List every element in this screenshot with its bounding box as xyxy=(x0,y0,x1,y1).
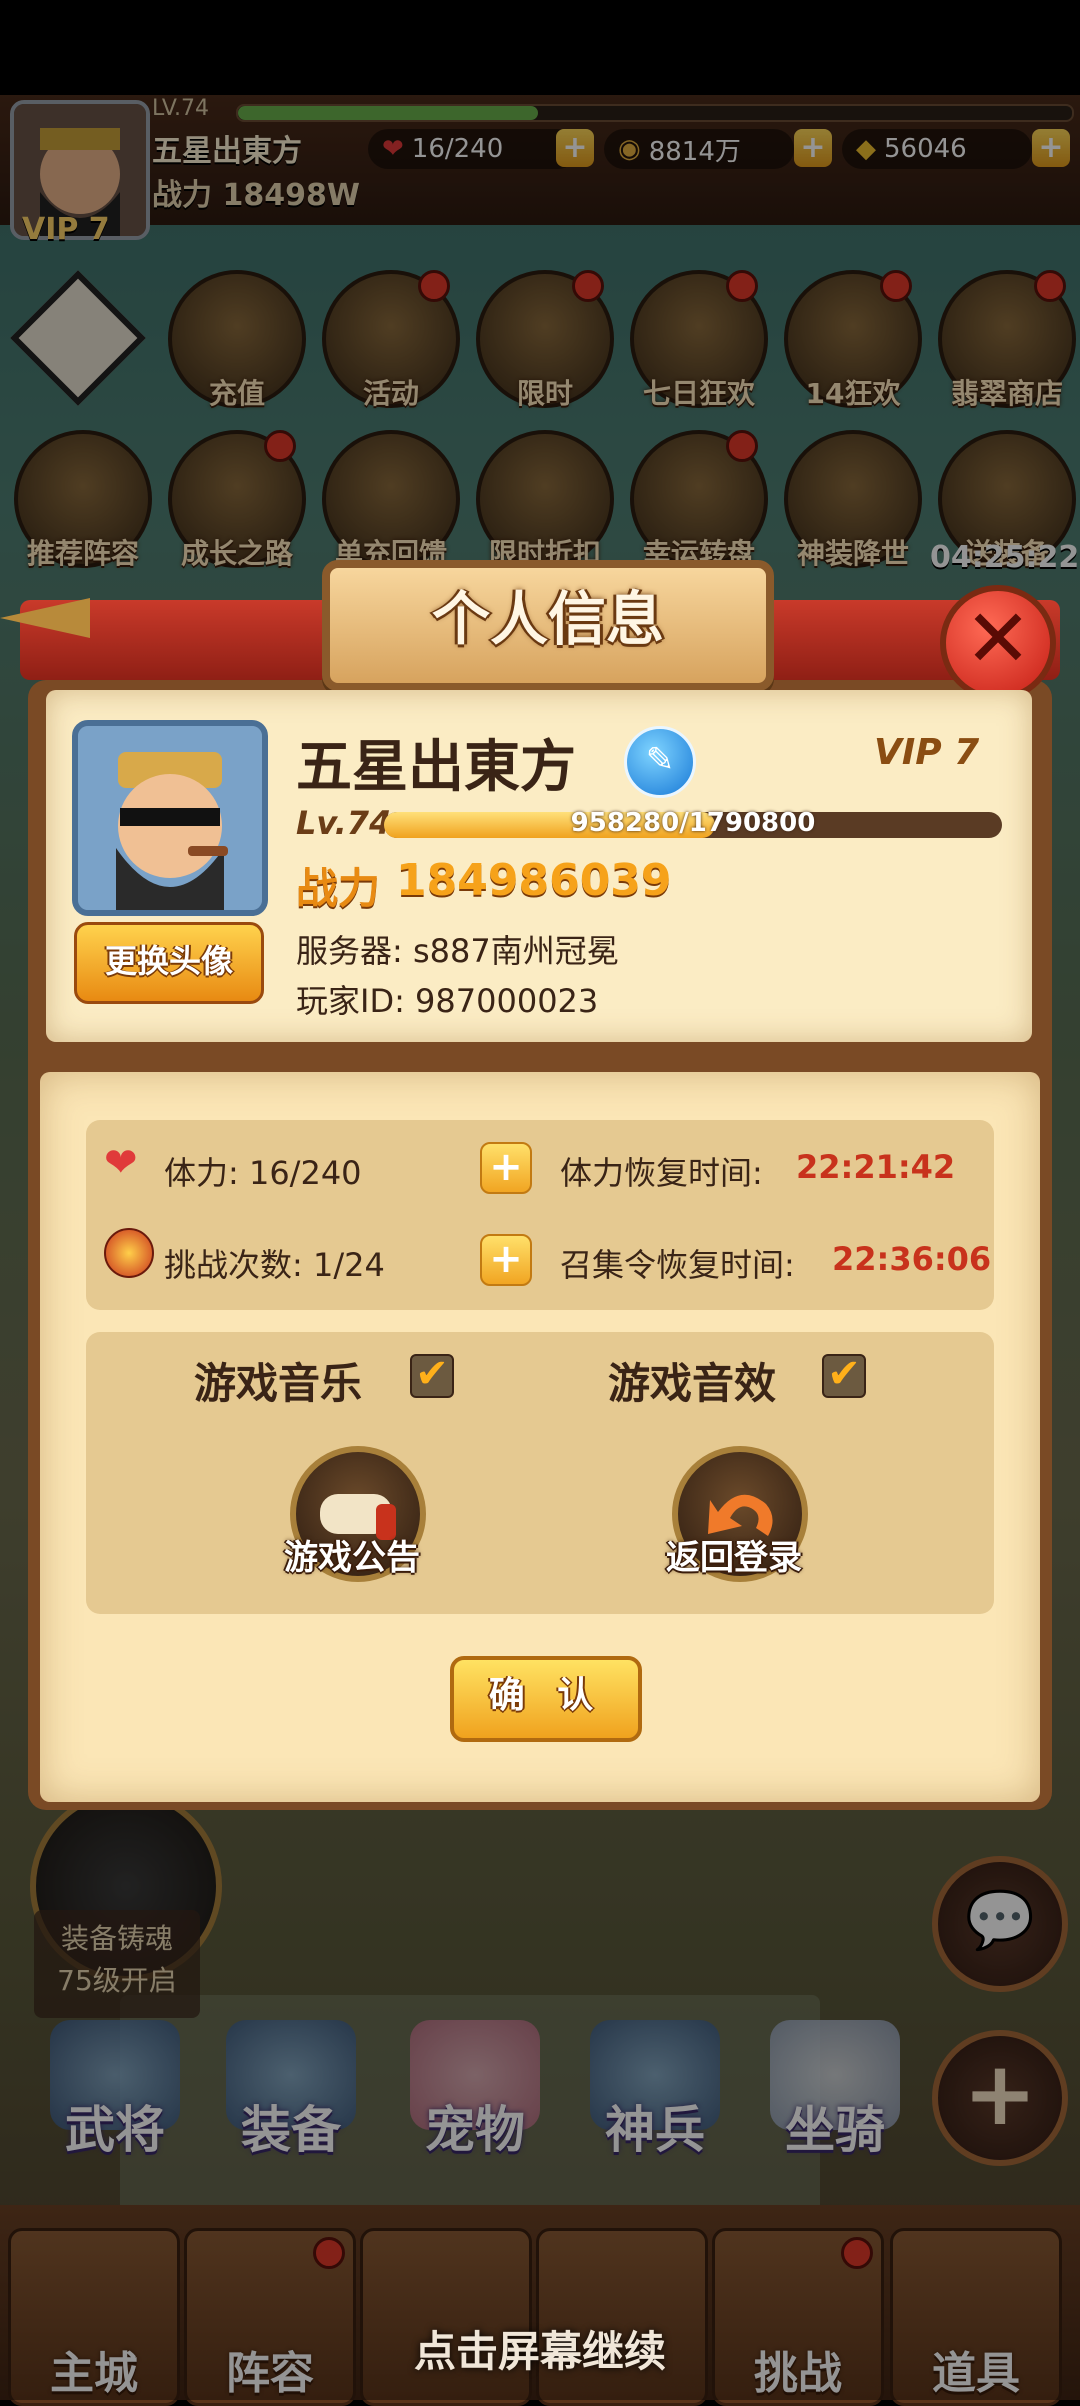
server-info: 服务器: s887南州冠冕 xyxy=(296,932,619,970)
stamina-heart-icon: ❤ xyxy=(104,1140,138,1186)
game-notice-label: 游戏公告 xyxy=(284,1538,420,1578)
add-stamina-plus[interactable]: + xyxy=(480,1142,532,1194)
summon-recover-label: 召集令恢复时间: xyxy=(560,1246,795,1284)
stamina-recover-time: 22:21:42 xyxy=(796,1148,956,1186)
change-avatar-button[interactable]: 更换头像 xyxy=(74,922,264,1004)
avatar-portrait-icon xyxy=(78,726,262,910)
player-name: 五星出東方 xyxy=(296,735,576,800)
player-id: 玩家ID: 987000023 xyxy=(296,982,599,1020)
modal-title: 个人信息 xyxy=(431,585,664,653)
spear-left-icon xyxy=(0,598,90,638)
player-level: Lv.74 xyxy=(296,804,392,842)
music-checkbox[interactable]: ✔ xyxy=(410,1354,454,1398)
exp-text: 958280/1790800 xyxy=(570,808,816,838)
sfx-label: 游戏音效 xyxy=(608,1359,777,1408)
vip-badge: VIP 7 xyxy=(874,732,980,773)
edit-name-button[interactable]: ✎ xyxy=(624,726,696,798)
pencil-icon: ✎ xyxy=(645,740,675,780)
close-icon: ✕ xyxy=(964,592,1032,685)
power-value: 184986039 xyxy=(396,855,672,906)
music-label: 游戏音乐 xyxy=(194,1359,363,1408)
player-avatar[interactable] xyxy=(72,720,268,916)
challenge-token-icon xyxy=(104,1228,154,1278)
close-button[interactable]: ✕ xyxy=(940,585,1056,701)
tap-to-continue-text[interactable]: 点击屏幕继续 xyxy=(300,2318,780,2379)
summon-recover-time: 22:36:06 xyxy=(832,1240,992,1278)
stamina-recover-label: 体力恢复时间: xyxy=(560,1154,763,1192)
add-challenge-plus[interactable]: + xyxy=(480,1234,532,1286)
return-login-label: 返回登录 xyxy=(666,1538,802,1578)
sfx-checkbox[interactable]: ✔ xyxy=(822,1354,866,1398)
stamina-label: 体力: 16/240 xyxy=(164,1154,362,1192)
challenge-count: 挑战次数: 1/24 xyxy=(164,1246,385,1284)
confirm-button[interactable]: 确 认 xyxy=(450,1656,642,1742)
power-label: 战力 xyxy=(296,864,381,913)
